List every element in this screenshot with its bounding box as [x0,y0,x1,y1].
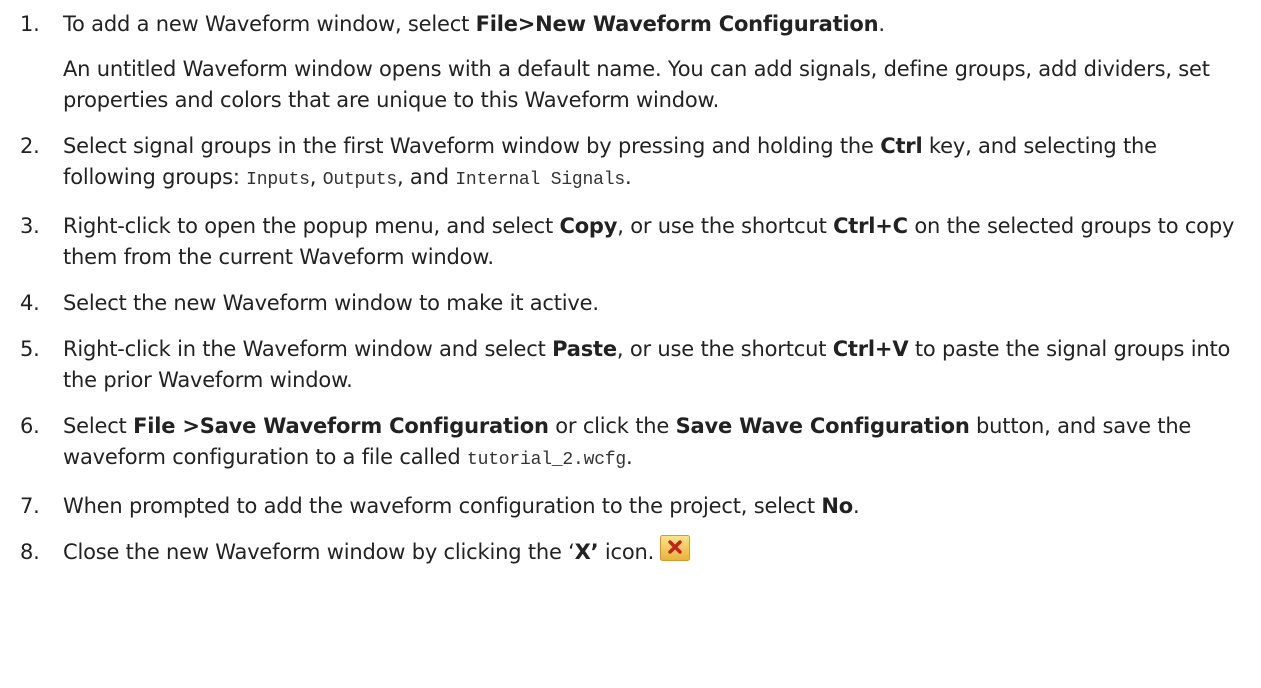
list-item: 8. Close the new Waveform window by clic… [20,535,1250,568]
step-text: Select File >Save Waveform Configuration… [63,411,1250,476]
list-item: 3. Right-click to open the popup menu, a… [20,211,1250,273]
code-text: Internal Signals [455,170,625,190]
text-run: Select signal groups in the first Wavefo… [63,134,881,158]
close-icon-graphic [660,535,691,561]
list-item: 4. Select the new Waveform window to mak… [20,288,1250,319]
text-run: . [878,12,885,36]
step-number: 2. [20,134,40,158]
step-number: 1. [20,12,40,36]
step-number: 6. [20,414,40,438]
code-text: Inputs [246,170,310,190]
text-run: Right-click to open the popup menu, and … [63,214,560,238]
text-run: When prompted to add the waveform config… [63,494,822,518]
text-run: . [853,494,860,518]
button-name: Save Wave Configuration [675,414,970,438]
step-number: 5. [20,337,40,361]
text-run: To add a new Waveform window, select [63,12,476,36]
list-item: 6. Select File >Save Waveform Configurat… [20,411,1250,476]
step-text: Select the new Waveform window to make i… [63,288,1250,319]
text-run: . [624,165,632,189]
text-run: Close the new Waveform window by clickin… [63,540,575,564]
step-number: 4. [20,291,40,315]
text-run: Select the new Waveform window to make i… [63,291,599,315]
shortcut-key: Ctrl+C [833,214,908,238]
text-run: Select [63,414,134,438]
step-number: 7. [20,494,40,518]
icon-name: X’ [574,540,599,564]
text-run: , and [396,165,456,189]
menu-command: Copy [559,214,618,238]
step-text: Right-click in the Waveform window and s… [63,334,1250,396]
text-run: icon. [598,540,655,564]
menu-path: File>New Waveform Configuration [475,12,879,36]
text-run: , or use the shortcut [616,337,833,361]
step-number: 3. [20,214,40,238]
instruction-list: 1. To add a new Waveform window, select … [20,9,1250,583]
text-run: . [626,445,633,469]
step-text: To add a new Waveform window, select Fil… [63,9,1250,40]
shortcut-key: Ctrl+V [832,337,909,361]
menu-command: Paste [552,337,617,361]
list-item: 2. Select signal groups in the first Wav… [20,131,1250,196]
step-number: 8. [20,540,40,564]
step-text: Right-click to open the popup menu, and … [63,211,1250,273]
step-text: Select signal groups in the first Wavefo… [63,131,1250,196]
step-note: An untitled Waveform window opens with a… [63,57,1210,112]
text-run: , or use the shortcut [617,214,834,238]
close-icon [660,535,691,561]
key-name: Ctrl [880,134,923,158]
code-text: Outputs [322,170,397,190]
list-item: 7. When prompted to add the waveform con… [20,491,1250,522]
list-item: 5. Right-click in the Waveform window an… [20,334,1250,396]
option-name: No [821,494,853,518]
text-run: , [309,165,323,189]
text-run: Right-click in the Waveform window and s… [63,337,553,361]
code-text: tutorial_2.wcfg [466,450,627,470]
text-run: or click the [548,414,676,438]
list-item: 1. To add a new Waveform window, select … [20,9,1250,116]
step-text: When prompted to add the waveform config… [63,491,1250,522]
step-text: Close the new Waveform window by clickin… [63,535,1250,568]
menu-path: File >Save Waveform Configuration [133,414,549,438]
